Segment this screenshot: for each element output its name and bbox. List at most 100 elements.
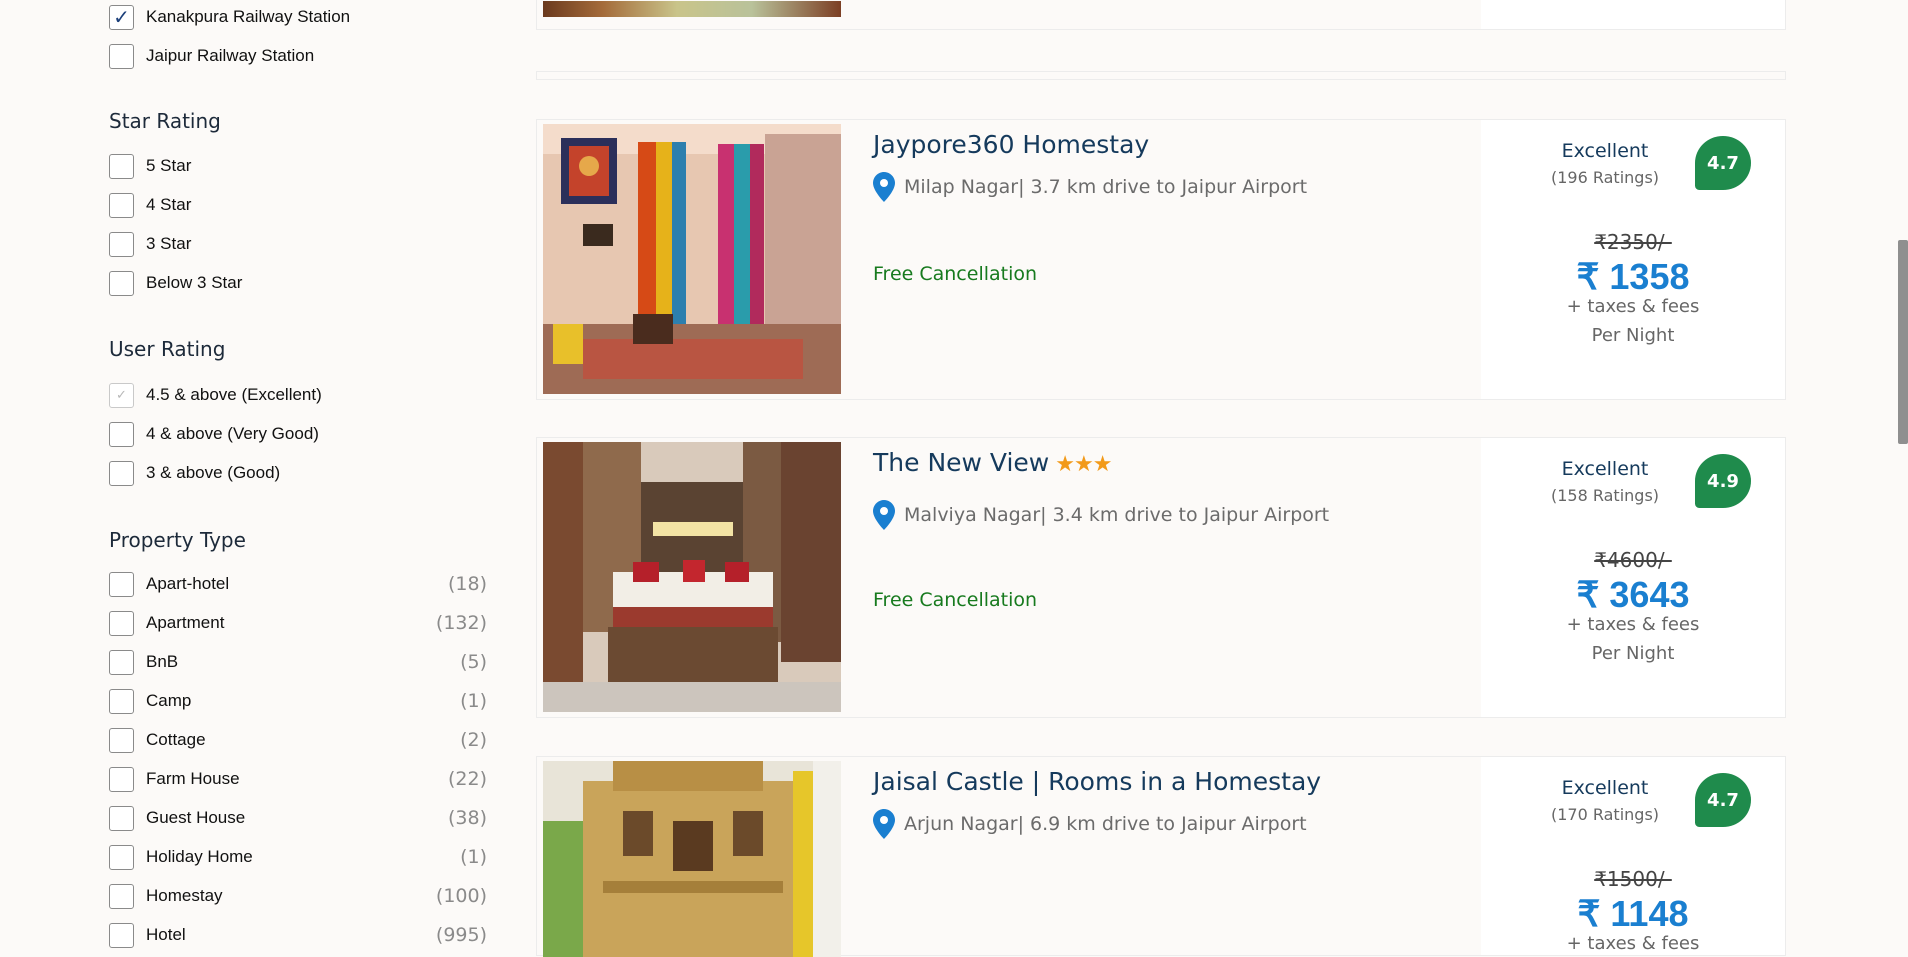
rating-label: Excellent [1561, 140, 1649, 162]
per-night-note: Per Night [1591, 325, 1675, 346]
listing-card[interactable]: Jaypore360 Homestay Milap Nagar| 3.7 km … [536, 119, 1786, 400]
checkbox[interactable] [109, 649, 134, 675]
filter-kanakpura-railway-station[interactable]: ✓ Kanakpura Railway Station [109, 3, 487, 31]
filter-count: (18) [447, 573, 487, 595]
hotel-photo[interactable] [543, 124, 841, 394]
checkbox[interactable] [109, 43, 134, 69]
checkbox[interactable] [109, 727, 134, 753]
location: Arjun Nagar| 6.9 km drive to Jaipur Airp… [873, 809, 1307, 839]
filter-3-star[interactable]: 3 Star [109, 230, 487, 258]
filter-label: Kanakpura Railway Station [146, 7, 351, 26]
price-panel[interactable]: Excellent (196 Ratings) 4.7 ₹2350/- ₹ 13… [1481, 120, 1785, 399]
checkbox[interactable] [109, 153, 134, 179]
rating-count: (158 Ratings) [1550, 486, 1660, 505]
filter-camp[interactable]: Camp (1) [109, 687, 487, 715]
checkbox[interactable] [109, 421, 134, 447]
checkbox[interactable] [109, 805, 134, 831]
filter-count: (5) [460, 651, 487, 673]
checkbox[interactable] [109, 192, 134, 218]
filter-count: (132) [435, 612, 487, 634]
rating-label: Excellent [1561, 777, 1649, 799]
filter-label: Farm House [146, 769, 240, 788]
filter-label: Apart-hotel [146, 574, 230, 593]
filter-4-5-above[interactable]: ✓ 4.5 & above (Excellent) [109, 381, 487, 409]
checkbox[interactable] [109, 766, 134, 792]
checkbox[interactable] [109, 844, 134, 870]
filter-guest-house[interactable]: Guest House (38) [109, 804, 487, 832]
hotel-photo[interactable] [543, 1, 841, 17]
checkbox[interactable] [109, 883, 134, 909]
filter-jaipur-railway-station[interactable]: Jaipur Railway Station [109, 42, 487, 70]
filter-label: Guest House [146, 808, 246, 827]
hotel-photo[interactable] [543, 442, 841, 712]
listing-card[interactable]: Jaisal Castle | Rooms in a Homestay Arju… [536, 756, 1786, 957]
location-text: Milap Nagar| 3.7 km drive to Jaipur Airp… [904, 176, 1308, 198]
filter-label: 3 & above (Good) [146, 463, 281, 482]
listing-card[interactable]: The New View ★★★ Malviya Nagar| 3.4 km dr… [536, 437, 1786, 718]
hotel-name-link[interactable]: The New View ★★★ [873, 448, 1112, 477]
checkbox[interactable] [109, 231, 134, 257]
filter-label: Apartment [146, 613, 225, 632]
filter-label: BnB [146, 652, 179, 671]
rating-count: (170 Ratings) [1550, 805, 1660, 824]
listing-card-previous[interactable] [536, 0, 1786, 30]
per-night-note: Per Night [1591, 643, 1675, 664]
checkbox[interactable] [109, 270, 134, 296]
filter-cottage[interactable]: Cottage (2) [109, 726, 487, 754]
filter-label: 3 Star [146, 234, 192, 253]
checkbox[interactable] [109, 688, 134, 714]
checkbox[interactable] [109, 610, 134, 636]
filter-holiday-home[interactable]: Holiday Home (1) [109, 843, 487, 871]
filter-count: (1) [460, 690, 487, 712]
hotel-photo[interactable] [543, 761, 841, 957]
card-separator [536, 71, 1786, 80]
location: Milap Nagar| 3.7 km drive to Jaipur Airp… [873, 172, 1307, 202]
price-panel[interactable]: Excellent (170 Ratings) 4.7 ₹1500/- ₹ 11… [1481, 757, 1785, 955]
taxes-note: + taxes & fees [1566, 614, 1700, 635]
filter-3-above[interactable]: 3 & above (Good) [109, 459, 487, 487]
checkbox[interactable] [109, 460, 134, 486]
filter-4-star[interactable]: 4 Star [109, 191, 487, 219]
filter-label: Below 3 Star [146, 273, 243, 292]
filter-5-star[interactable]: 5 Star [109, 152, 487, 180]
hotel-name-link[interactable]: Jaypore360 Homestay [873, 130, 1155, 159]
rating-score-badge: 4.9 [1695, 454, 1751, 508]
price-panel[interactable]: Excellent (158 Ratings) 4.9 ₹4600/- ₹ 36… [1481, 438, 1785, 717]
filter-below-3-star[interactable]: Below 3 Star [109, 269, 487, 297]
hotel-name-link[interactable]: Jaisal Castle | Rooms in a Homestay [873, 767, 1321, 796]
checkbox[interactable] [109, 571, 134, 597]
filter-label: Homestay [146, 886, 223, 905]
filter-label: 4 & above (Very Good) [146, 424, 319, 443]
page-scrollbar-thumb[interactable] [1898, 240, 1908, 444]
price-panel [1481, 0, 1785, 29]
free-cancellation-badge: Free Cancellation [873, 589, 1038, 611]
filter-label: Hotel [146, 925, 186, 944]
taxes-note: + taxes & fees [1566, 296, 1700, 317]
map-pin-icon [873, 809, 895, 839]
rating-score-badge: 4.7 [1695, 136, 1751, 190]
user-rating-title: User Rating [109, 337, 226, 361]
filter-homestay[interactable]: Homestay (100) [109, 882, 487, 910]
checkbox-check-icon[interactable]: ✓ [109, 4, 134, 30]
map-pin-icon [873, 172, 895, 202]
rating-label: Excellent [1561, 458, 1649, 480]
filter-bnb[interactable]: BnB (5) [109, 648, 487, 676]
filter-label: Camp [146, 691, 192, 710]
filter-apartment[interactable]: Apartment (132) [109, 609, 487, 637]
filter-4-above[interactable]: 4 & above (Very Good) [109, 420, 487, 448]
checkbox-check-icon[interactable]: ✓ [109, 382, 134, 408]
filter-count: (995) [435, 924, 487, 946]
filter-apart-hotel[interactable]: Apart-hotel (18) [109, 570, 487, 598]
original-price: ₹4600/- [1594, 548, 1672, 572]
rating-score-badge: 4.7 [1695, 773, 1751, 827]
filter-count: (2) [460, 729, 487, 751]
rating-count: (196 Ratings) [1550, 168, 1660, 187]
filter-farm-house[interactable]: Farm House (22) [109, 765, 487, 793]
location-text: Arjun Nagar| 6.9 km drive to Jaipur Airp… [904, 813, 1307, 835]
filter-count: (1) [460, 846, 487, 868]
filter-label: Holiday Home [146, 847, 253, 866]
filter-count: (100) [435, 885, 487, 907]
filter-hotel[interactable]: Hotel (995) [109, 921, 487, 949]
property-type-title: Property Type [109, 528, 246, 552]
discounted-price: ₹ 1358 [1576, 256, 1690, 297]
